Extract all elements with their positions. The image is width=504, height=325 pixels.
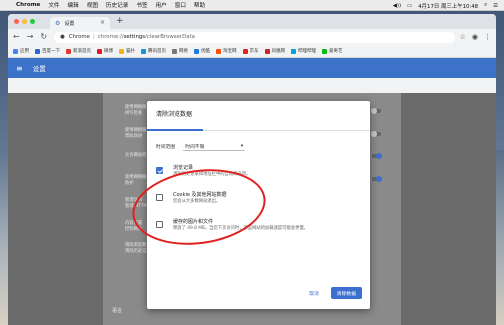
battery-icon[interactable]: ▭	[407, 3, 412, 9]
address-prefix: Chrome	[68, 34, 90, 40]
menu-window[interactable]: 窗口	[175, 1, 186, 9]
checkbox-cached-files[interactable]	[156, 221, 163, 228]
hamburger-menu-icon[interactable]: ≡	[16, 64, 23, 73]
ifeng-icon	[264, 48, 270, 54]
menu-history[interactable]: 历史记录	[106, 1, 128, 9]
address-bar[interactable]: ● Chrome | chrome://settings/clearBrowse…	[54, 31, 455, 43]
tab-title: 设置	[64, 20, 75, 27]
mop-icon	[119, 48, 124, 54]
time-range-row: 时间范围 时间不限 ▾	[156, 142, 246, 151]
bookmark-item[interactable]: 淘宝网	[216, 48, 237, 54]
dialog-title: 清除浏览数据	[156, 111, 193, 118]
taobao-icon	[216, 48, 221, 54]
tencent-icon	[141, 48, 146, 54]
toggle-switch[interactable]	[372, 153, 382, 159]
bookmark-item[interactable]: 凤凰网	[264, 48, 285, 54]
bookmark-item[interactable]: 百度一下	[35, 48, 60, 54]
bookmark-item[interactable]: 微博	[97, 48, 113, 54]
apps-icon	[13, 48, 18, 54]
window-controls	[14, 19, 35, 24]
browser-toolbar: ← → ↻ ● Chrome | chrome://settings/clear…	[8, 29, 496, 45]
menu-file[interactable]: 文件	[48, 1, 59, 9]
language-section-title: 语言	[112, 308, 123, 314]
close-window-button[interactable]	[14, 19, 19, 24]
menu-bookmarks[interactable]: 书签	[136, 1, 147, 9]
zoom-window-button[interactable]	[30, 19, 35, 24]
weibo-icon	[97, 48, 102, 54]
back-icon[interactable]: ←	[13, 33, 20, 41]
settings-title: 设置	[32, 65, 46, 73]
address-url: chrome://settings/clearBrowserData	[97, 34, 195, 40]
bookmarks-bar: 应用 百度一下 新浪首页 微博 猫扑 腾讯首页 网易 优酷 淘宝网 京东 凤凰网…	[8, 45, 496, 58]
bookmark-item[interactable]: 腾讯首页	[141, 48, 166, 54]
baidu-icon	[35, 48, 40, 54]
bookmark-item[interactable]: 爱奇艺	[322, 48, 343, 54]
sina-icon	[66, 48, 71, 54]
option-cached-files[interactable]: 缓存的图片和文件 释放了 49.8 MB。当您下次访问时，某些网站的加载速度可能会…	[156, 219, 308, 232]
bookmark-star-icon[interactable]: ☆	[460, 33, 466, 41]
iqiyi-icon	[322, 48, 327, 54]
checkbox-browsing-history[interactable]	[156, 167, 163, 174]
toolbar-right: ☆ ◉ ⋮	[460, 33, 491, 41]
settings-header: ≡ 设置	[8, 58, 496, 78]
time-range-value: 时间不限	[185, 144, 205, 150]
profile-icon[interactable]: ◉	[472, 33, 478, 41]
more-menu-icon[interactable]: ⋮	[484, 33, 491, 41]
menu-app-name[interactable]: Chrome	[16, 2, 40, 8]
menu-help[interactable]: 帮助	[194, 1, 205, 9]
tab-settings[interactable]: ⚙ 设置 ×	[50, 17, 110, 29]
address-separator: |	[92, 34, 95, 40]
bookmark-item[interactable]: 网易	[172, 48, 188, 54]
gear-icon: ⚙	[55, 19, 61, 27]
time-range-select[interactable]: 时间不限 ▾	[183, 142, 246, 151]
option-description: 清除历史记录和地址栏中的自动填充项。	[173, 172, 251, 177]
bookmark-item[interactable]: 哔哩哔哩	[291, 48, 316, 54]
new-tab-button[interactable]: +	[116, 17, 124, 26]
option-title: Cookie 及其他网站数据	[173, 192, 227, 198]
cancel-button[interactable]: 取消	[303, 287, 325, 299]
toggle-switch[interactable]	[372, 176, 382, 182]
jd-icon	[242, 48, 248, 54]
tab-basic-indicator[interactable]	[147, 129, 203, 131]
bilibili-icon	[291, 48, 296, 54]
option-title: 浏览记录	[173, 165, 194, 171]
chrome-window: ⚙ 设置 × + ← → ↻ ● Chrome | chrome://setti…	[8, 14, 496, 325]
bookmark-item[interactable]: 优酷	[194, 48, 210, 54]
time-range-label: 时间范围	[156, 145, 176, 150]
tab-strip: ⚙ 设置 × +	[8, 14, 496, 29]
option-title: 缓存的图片和文件	[173, 219, 214, 225]
mac-menubar: Chrome 文件 编辑 视图 历史记录 书签 用户 窗口 帮助 ◀)) ▭ 4…	[0, 0, 504, 11]
toggle-switch[interactable]	[371, 131, 381, 137]
bookmark-item[interactable]: 应用	[13, 48, 29, 54]
reload-icon[interactable]: ↻	[40, 33, 47, 41]
menubar-clock[interactable]: 4月17日 周三上午10:48	[418, 2, 478, 10]
menu-list-icon[interactable]: ☰	[493, 3, 498, 9]
volume-icon[interactable]: ◀))	[393, 3, 401, 9]
site-info-icon[interactable]: ●	[60, 34, 65, 40]
dropdown-arrow-icon: ▾	[240, 143, 244, 149]
menu-edit[interactable]: 编辑	[68, 1, 79, 9]
toggle-switch[interactable]	[371, 108, 381, 114]
bookmark-item[interactable]: 新浪首页	[66, 48, 91, 54]
option-browsing-history[interactable]: 浏览记录 清除历史记录和地址栏中的自动填充项。	[156, 165, 250, 178]
option-description: 释放了 49.8 MB。当您下次访问时，某些网站的加载速度可能会更慢。	[173, 226, 308, 231]
bookmark-item[interactable]: 京东	[242, 48, 259, 54]
spotlight-icon[interactable]: ⌕	[484, 2, 487, 9]
checkbox-cookies[interactable]	[156, 194, 163, 201]
page-icon	[172, 48, 177, 54]
minimize-window-button[interactable]	[22, 19, 27, 24]
menu-people[interactable]: 用户	[156, 1, 167, 9]
clear-browsing-data-dialog: 清除浏览数据 时间范围 时间不限 ▾ 浏览记录 清除历史记录和地址栏中的自动填充项…	[147, 101, 370, 309]
menu-view[interactable]: 视图	[87, 1, 98, 9]
option-cookies[interactable]: Cookie 及其他网站数据 您会从大多数网站退出。	[156, 192, 227, 205]
youku-icon	[194, 48, 199, 54]
bookmark-item[interactable]: 猫扑	[119, 48, 135, 54]
option-description: 您会从大多数网站退出。	[173, 199, 221, 204]
forward-icon[interactable]: →	[27, 33, 34, 41]
close-tab-icon[interactable]: ×	[100, 19, 105, 26]
clear-data-button[interactable]: 清除数据	[330, 287, 362, 299]
dialog-buttons: 取消 清除数据	[303, 287, 362, 299]
